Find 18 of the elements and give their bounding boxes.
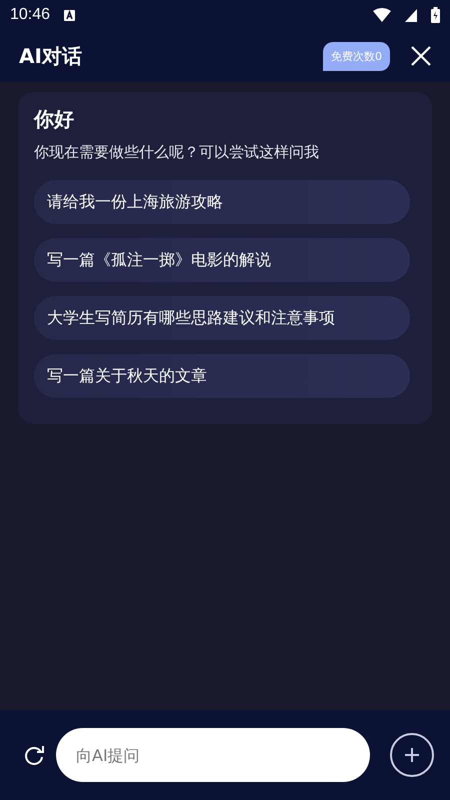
greeting-text: 你好: [34, 106, 75, 133]
question-field[interactable]: 向AI提问: [56, 728, 370, 782]
free-count-badge: 免费次数0: [323, 42, 390, 70]
suggestion-button[interactable]: 写一篇关于秋天的文章: [34, 354, 410, 398]
send-button[interactable]: [390, 733, 434, 777]
battery-icon: [431, 7, 440, 23]
wifi-icon: [373, 8, 391, 22]
plus-icon: [402, 745, 422, 765]
suggestion-button[interactable]: 大学生写简历有哪些思路建议和注意事项: [34, 296, 410, 340]
signal-icon: [405, 8, 417, 22]
close-button[interactable]: [410, 45, 432, 67]
notification-icon: [64, 10, 76, 20]
suggestion-button[interactable]: 请给我一份上海旅游攻略: [34, 180, 410, 224]
page-title: AI对话: [19, 42, 82, 70]
refresh-icon[interactable]: [22, 743, 46, 767]
prompt-text: 你现在需要做些什么呢？可以尝试这样问我: [34, 143, 320, 162]
status-time: 10:46: [10, 6, 50, 24]
suggestion-button[interactable]: 写一篇《孤注一掷》电影的解说: [34, 238, 410, 282]
